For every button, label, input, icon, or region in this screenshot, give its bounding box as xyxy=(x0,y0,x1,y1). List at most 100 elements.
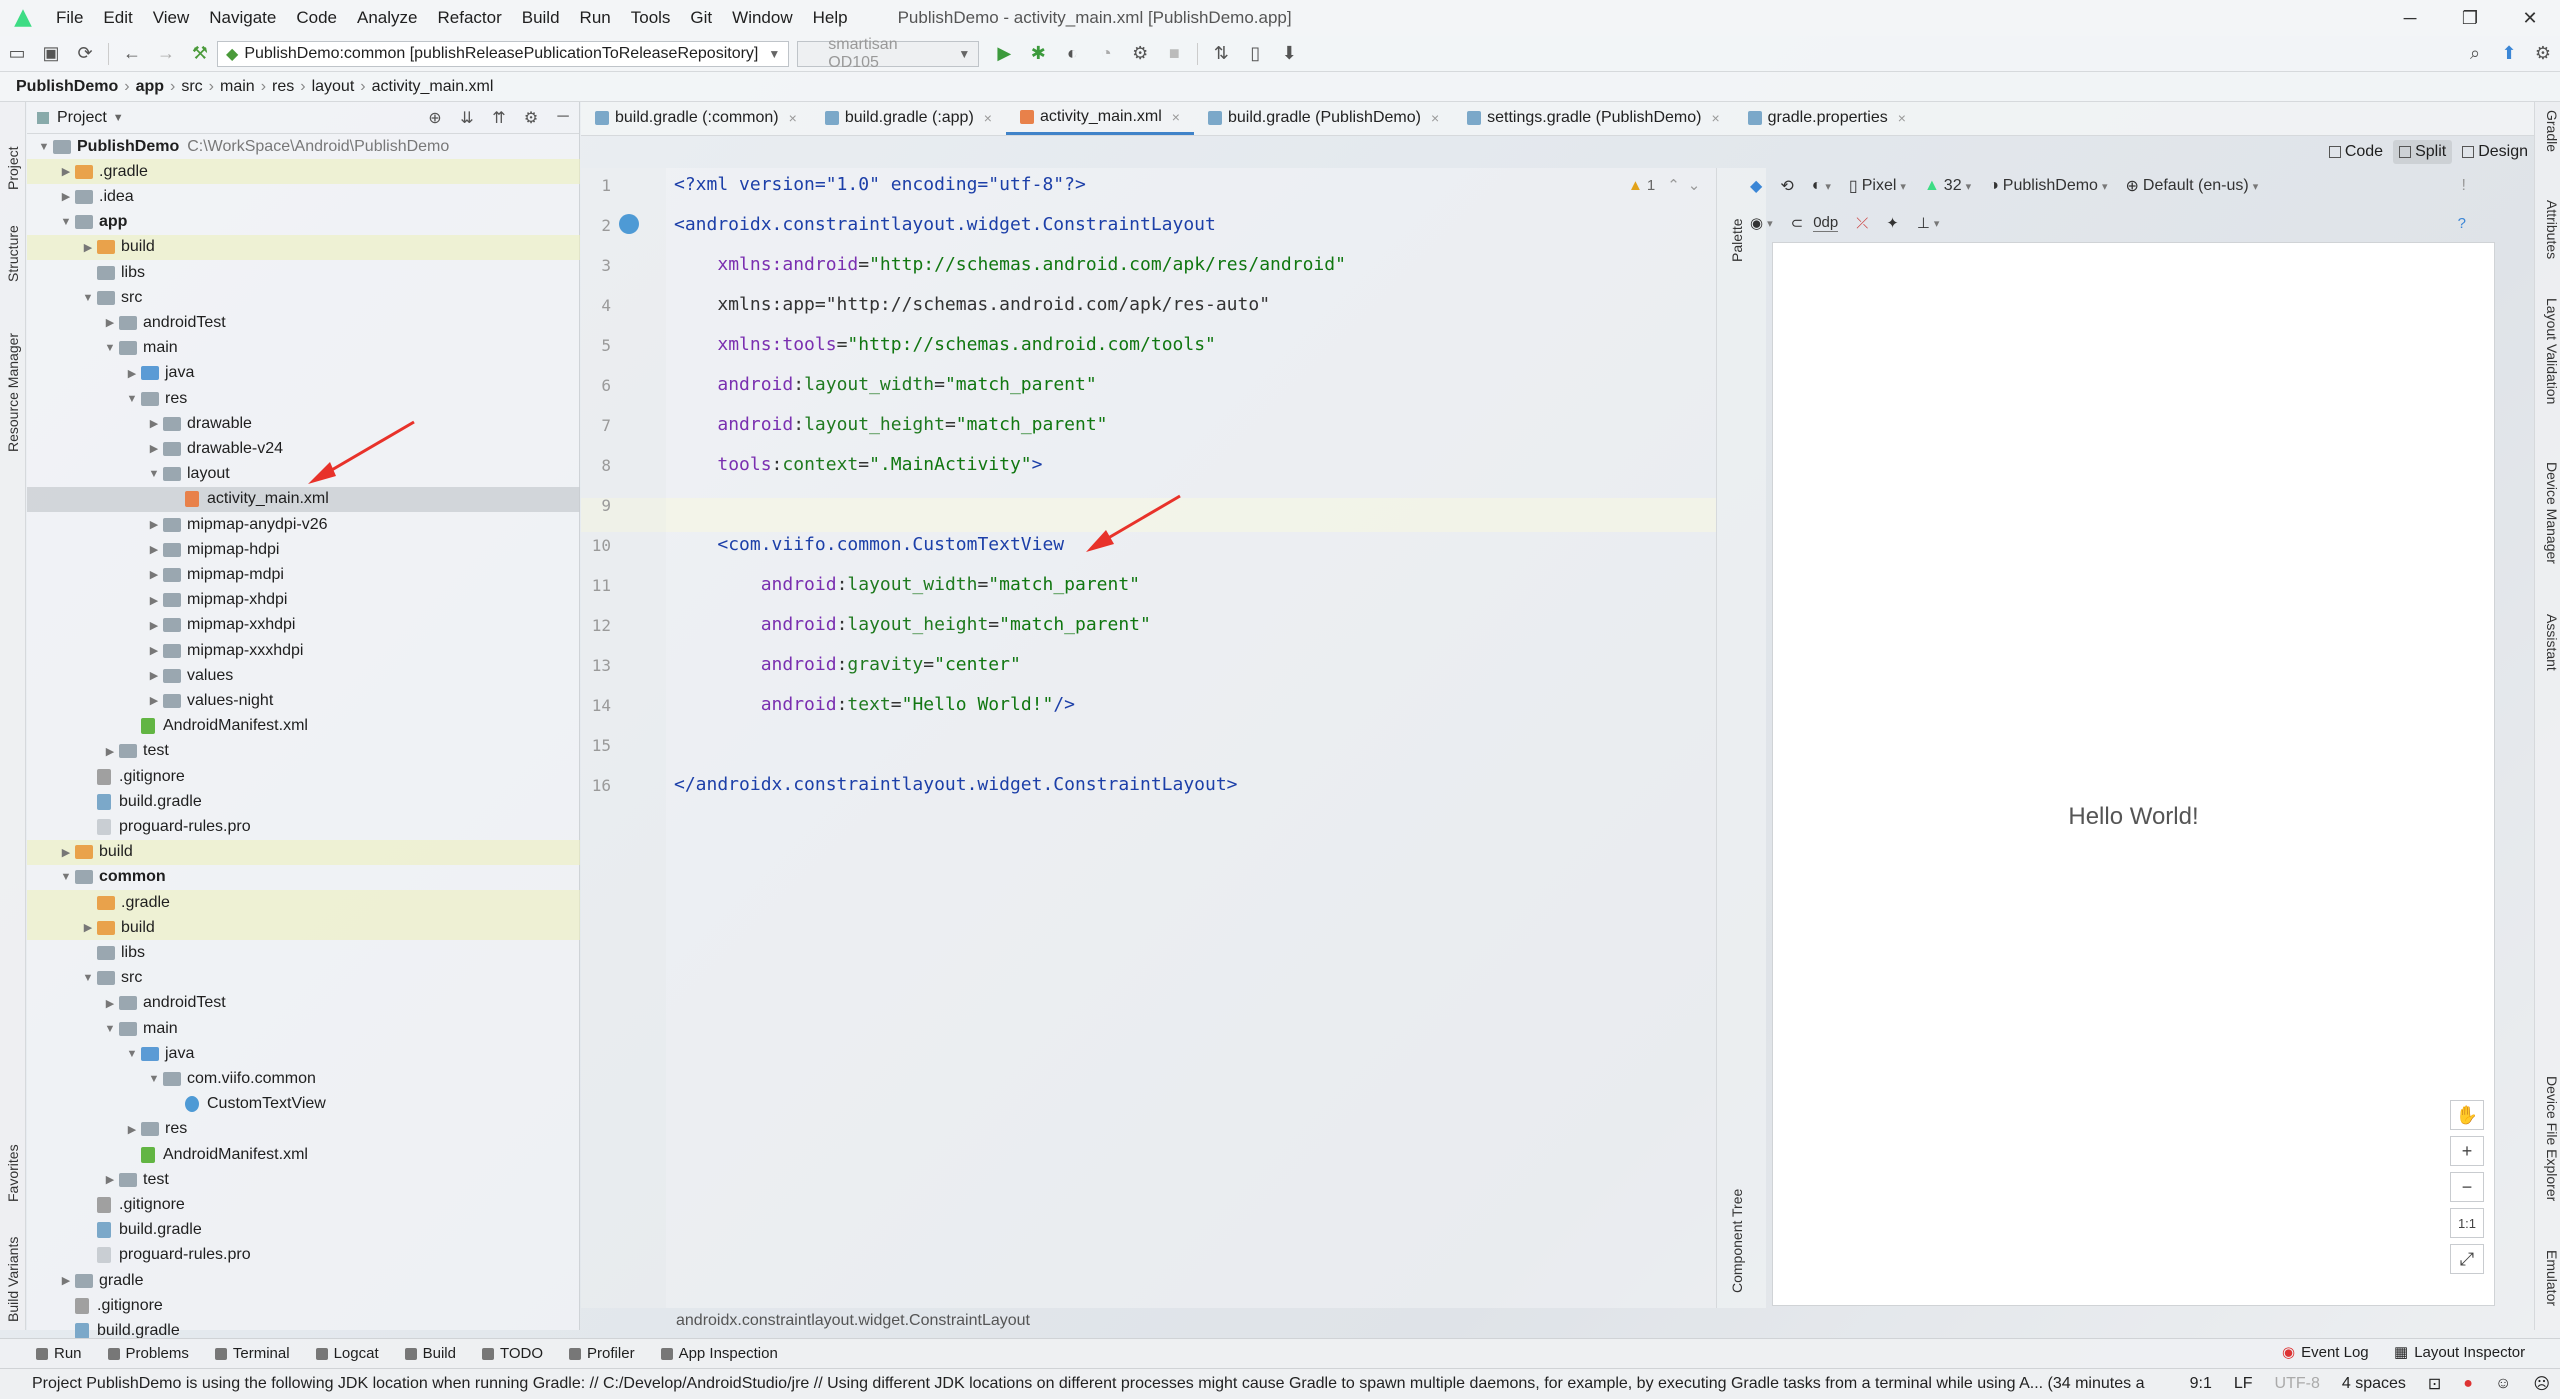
tool-window-profiler[interactable]: Profiler xyxy=(569,1345,635,1362)
error-icon[interactable]: ● xyxy=(2463,1375,2473,1393)
tree-item[interactable]: ▶ mipmap-hdpi xyxy=(27,537,580,562)
zoom-actual-size-button[interactable]: 1:1 xyxy=(2450,1208,2484,1238)
code-editor[interactable]: <?xml version="1.0" encoding="utf-8"?> <a… xyxy=(666,168,1716,1308)
update-icon[interactable]: ⬆ xyxy=(2492,39,2526,69)
help-icon[interactable]: ? xyxy=(2458,215,2466,232)
run-configuration-select[interactable]: ◆ PublishDemo:common [publishReleasePubl… xyxy=(217,40,790,67)
settings-gear-icon[interactable]: ⚙ xyxy=(515,108,547,128)
tool-window-logcat[interactable]: Logcat xyxy=(315,1345,379,1362)
menu-code[interactable]: Code xyxy=(286,8,347,28)
close-tab-icon[interactable]: × xyxy=(1172,109,1180,125)
back-arrow-icon[interactable]: ← xyxy=(115,39,149,69)
indent-setting[interactable]: 4 spaces xyxy=(2342,1375,2406,1393)
chevron-down-icon[interactable]: ▼ xyxy=(101,1023,119,1035)
tree-item[interactable]: ▶ build xyxy=(27,915,580,941)
api-level-select[interactable]: ▲ 32 ▾ xyxy=(1924,177,1971,195)
menu-analyze[interactable]: Analyze xyxy=(347,8,427,28)
clear-constraints-icon[interactable]: ⤫ xyxy=(1856,215,1868,232)
autoconnect-magnet-icon[interactable]: ⊂ xyxy=(1791,214,1804,232)
tree-item[interactable]: .gradle xyxy=(27,890,580,915)
device-manager-icon[interactable]: ▯ xyxy=(1238,39,1272,69)
attach-debugger-icon[interactable]: ⚙ xyxy=(1123,39,1157,69)
tool-tab-project[interactable]: Project xyxy=(2,106,24,190)
forward-arrow-icon[interactable]: → xyxy=(149,39,183,69)
preview-hello-text[interactable]: Hello World! xyxy=(1773,803,2494,831)
tool-tab-structure[interactable]: Structure xyxy=(2,198,24,282)
default-margin-select[interactable]: 0dp xyxy=(1813,214,1839,232)
layout-preview-device[interactable]: Hello World! xyxy=(1772,242,2495,1306)
debug-bug-icon[interactable]: ✱ xyxy=(1021,39,1055,69)
menu-run[interactable]: Run xyxy=(570,8,621,28)
chevron-down-icon[interactable]: ⌄ xyxy=(1688,176,1701,194)
tree-item[interactable]: libs xyxy=(27,260,580,285)
close-tab-icon[interactable]: × xyxy=(1431,110,1439,126)
pan-hand-icon[interactable]: ✋ xyxy=(2450,1100,2484,1130)
chevron-down-icon[interactable]: ▼ xyxy=(145,468,163,480)
chevron-right-icon[interactable]: ▶ xyxy=(145,669,163,682)
chevron-up-icon[interactable]: ⌃ xyxy=(1667,176,1680,194)
menu-tools[interactable]: Tools xyxy=(621,8,681,28)
chevron-right-icon[interactable]: ▶ xyxy=(145,543,163,556)
tool-tab-resource-manager[interactable]: Resource Manager xyxy=(2,302,24,452)
chevron-down-icon[interactable]: ▼ xyxy=(57,216,75,228)
project-view-select[interactable]: Project xyxy=(57,109,107,127)
tree-item[interactable]: ▼ res xyxy=(27,386,580,411)
line-separator[interactable]: LF xyxy=(2234,1375,2253,1393)
tool-tab-device-file-explorer[interactable]: Device File Explorer xyxy=(2538,1076,2560,1236)
tree-item[interactable]: ▼ main xyxy=(27,1016,580,1041)
chevron-down-icon[interactable]: ▼ xyxy=(79,972,97,984)
chevron-right-icon[interactable]: ▶ xyxy=(145,568,163,581)
tree-item[interactable]: ▶ values xyxy=(27,663,580,688)
chevron-right-icon[interactable]: ▶ xyxy=(101,997,119,1010)
tree-item[interactable]: build.gradle xyxy=(27,1218,580,1243)
chevron-right-icon[interactable]: ▶ xyxy=(145,518,163,531)
theme-select[interactable]: ◑ PublishDemo ▾ xyxy=(1989,177,2107,195)
chevron-right-icon[interactable]: ▶ xyxy=(79,921,97,934)
tool-tab-layout-validation[interactable]: Layout Validation xyxy=(2538,298,2560,438)
close-tab-icon[interactable]: × xyxy=(1711,110,1719,126)
chevron-down-icon[interactable]: ▼ xyxy=(79,292,97,304)
menu-window[interactable]: Window xyxy=(722,8,802,28)
device-select[interactable]: ▯ Pixel ▾ xyxy=(1849,176,1906,196)
sync-icon[interactable]: ⟳ xyxy=(68,39,102,69)
tool-window-build[interactable]: Build xyxy=(404,1345,456,1362)
class-gutter-icon[interactable] xyxy=(619,214,639,234)
view-mode-code[interactable]: Code xyxy=(2323,140,2389,164)
happy-face-icon[interactable]: ☺ xyxy=(2495,1375,2511,1393)
settings-gear-icon[interactable]: ⚙ xyxy=(2526,39,2560,69)
tool-window-problems[interactable]: Problems xyxy=(107,1345,189,1362)
infer-constraints-wand-icon[interactable]: ✦ xyxy=(1886,214,1899,232)
tree-item[interactable]: ▶ values-night xyxy=(27,688,580,713)
sdk-manager-icon[interactable]: ⬇ xyxy=(1272,39,1306,69)
tree-item[interactable]: ▼ com.viifo.common xyxy=(27,1066,580,1091)
caret-position[interactable]: 9:1 xyxy=(2190,1375,2212,1393)
tree-item[interactable]: ▼ java xyxy=(27,1041,580,1066)
hide-panel-icon[interactable]: ─ xyxy=(547,108,579,128)
component-tree-tab[interactable]: Component Tree xyxy=(1729,1163,1751,1293)
view-mode-split[interactable]: Split xyxy=(2393,140,2453,164)
tree-item[interactable]: ▼ app xyxy=(27,210,580,235)
tree-item[interactable]: ▼ common xyxy=(27,865,580,890)
chevron-down-icon[interactable]: ▼ xyxy=(101,342,119,354)
device-select[interactable]: smartisan OD105 ▼ xyxy=(797,36,980,71)
close-icon[interactable]: ✕ xyxy=(2500,0,2560,36)
breadcrumb-item[interactable]: res xyxy=(272,78,294,96)
tool-tab-attributes[interactable]: Attributes xyxy=(2538,200,2560,280)
stop-icon[interactable]: ■ xyxy=(1157,39,1191,69)
tree-item[interactable]: CustomTextView xyxy=(27,1092,580,1117)
tree-item[interactable]: build.gradle xyxy=(27,789,580,814)
tree-item[interactable]: activity_main.xml xyxy=(27,486,580,512)
tree-item[interactable]: proguard-rules.pro xyxy=(27,814,580,839)
editor-tab[interactable]: activity_main.xml × xyxy=(1005,101,1194,135)
chevron-right-icon[interactable]: ▶ xyxy=(123,367,141,380)
tree-item[interactable]: .gitignore xyxy=(27,1293,580,1318)
chevron-right-icon[interactable]: ▶ xyxy=(79,241,97,254)
design-surface-icon[interactable]: ◆ xyxy=(1750,176,1762,196)
locale-select[interactable]: ⊕ Default (en-us) ▾ xyxy=(2125,176,2258,196)
breadcrumb-item[interactable]: layout xyxy=(312,78,355,96)
chevron-right-icon[interactable]: ▶ xyxy=(145,442,163,455)
chevron-right-icon[interactable]: ▶ xyxy=(145,594,163,607)
editor-breadcrumb[interactable]: androidx.constraintlayout.widget.Constra… xyxy=(666,1308,1716,1334)
breadcrumb-item[interactable]: main xyxy=(220,78,255,96)
menu-file[interactable]: File xyxy=(46,8,93,28)
